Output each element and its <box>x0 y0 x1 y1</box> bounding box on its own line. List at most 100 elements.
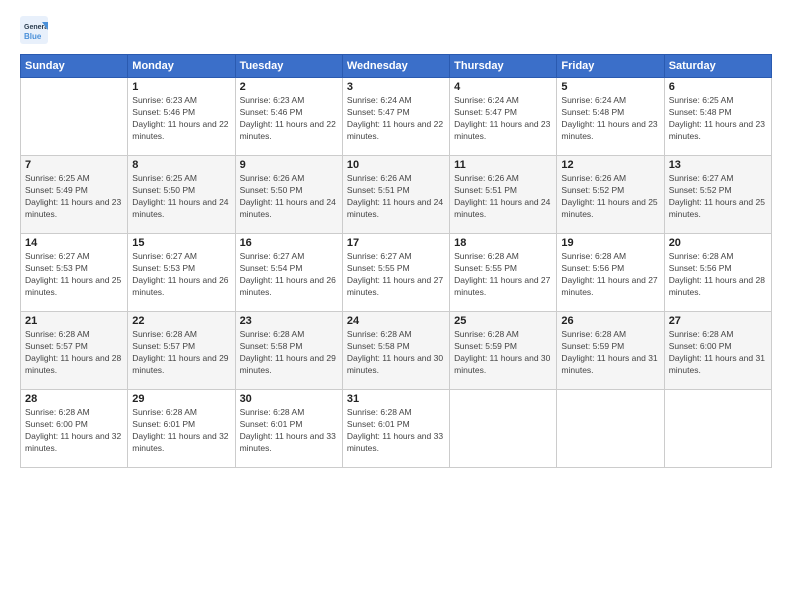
day-number: 25 <box>454 315 552 327</box>
calendar-cell: 20 Sunrise: 6:28 AMSunset: 5:56 PMDayligh… <box>664 234 771 312</box>
calendar-cell: 31 Sunrise: 6:28 AMSunset: 6:01 PMDayligh… <box>342 390 449 468</box>
calendar-cell: 11 Sunrise: 6:26 AMSunset: 5:51 PMDayligh… <box>450 156 557 234</box>
calendar-cell: 7 Sunrise: 6:25 AMSunset: 5:49 PMDaylight… <box>21 156 128 234</box>
calendar-header: Sunday Monday Tuesday Wednesday Thursday… <box>21 55 772 78</box>
col-tuesday: Tuesday <box>235 55 342 78</box>
day-number: 23 <box>240 315 338 327</box>
day-number: 24 <box>347 315 445 327</box>
day-number: 2 <box>240 81 338 93</box>
day-info: Sunrise: 6:28 AMSunset: 5:57 PMDaylight:… <box>25 329 123 377</box>
calendar-cell: 10 Sunrise: 6:26 AMSunset: 5:51 PMDayligh… <box>342 156 449 234</box>
calendar-cell: 22Sunrise: 6:28 AMSunset: 5:57 PMDayligh… <box>128 312 235 390</box>
calendar-cell: 24Sunrise: 6:28 AMSunset: 5:58 PMDayligh… <box>342 312 449 390</box>
svg-text:Blue: Blue <box>24 32 42 41</box>
day-number: 31 <box>347 393 445 405</box>
logo-icon: General Blue <box>20 16 48 44</box>
day-number: 30 <box>240 393 338 405</box>
calendar-cell: 1 Sunrise: 6:23 AMSunset: 5:46 PMDaylight… <box>128 78 235 156</box>
day-info: Sunrise: 6:26 AMSunset: 5:52 PMDaylight:… <box>561 173 659 221</box>
calendar-cell: 30 Sunrise: 6:28 AMSunset: 6:01 PMDayligh… <box>235 390 342 468</box>
day-number: 10 <box>347 159 445 171</box>
col-wednesday: Wednesday <box>342 55 449 78</box>
calendar-cell: 21 Sunrise: 6:28 AMSunset: 5:57 PMDayligh… <box>21 312 128 390</box>
calendar-cell: 13 Sunrise: 6:27 AMSunset: 5:52 PMDayligh… <box>664 156 771 234</box>
day-info: Sunrise: 6:25 AMSunset: 5:49 PMDaylight:… <box>25 173 123 221</box>
day-info: Sunrise: 6:24 AMSunset: 5:47 PMDaylight:… <box>347 95 445 143</box>
day-info: Sunrise: 6:28 AMSunset: 6:01 PMDaylight:… <box>132 407 230 455</box>
calendar-cell <box>450 390 557 468</box>
day-info: Sunrise: 6:27 AMSunset: 5:53 PMDaylight:… <box>132 251 230 299</box>
calendar-cell <box>557 390 664 468</box>
col-saturday: Saturday <box>664 55 771 78</box>
day-info: Sunrise: 6:28 AMSunset: 6:01 PMDaylight:… <box>240 407 338 455</box>
day-info: Sunrise: 6:23 AMSunset: 5:46 PMDaylight:… <box>132 95 230 143</box>
day-number: 11 <box>454 159 552 171</box>
calendar-cell: 6 Sunrise: 6:25 AMSunset: 5:48 PMDaylight… <box>664 78 771 156</box>
calendar-cell: 17Sunrise: 6:27 AMSunset: 5:55 PMDayligh… <box>342 234 449 312</box>
day-number: 17 <box>347 237 445 249</box>
day-info: Sunrise: 6:28 AMSunset: 5:57 PMDaylight:… <box>132 329 230 377</box>
day-info: Sunrise: 6:28 AMSunset: 6:01 PMDaylight:… <box>347 407 445 455</box>
week-row: 1 Sunrise: 6:23 AMSunset: 5:46 PMDaylight… <box>21 78 772 156</box>
day-info: Sunrise: 6:28 AMSunset: 5:56 PMDaylight:… <box>669 251 767 299</box>
day-number: 3 <box>347 81 445 93</box>
day-number: 20 <box>669 237 767 249</box>
calendar-cell <box>21 78 128 156</box>
calendar-cell <box>664 390 771 468</box>
day-number: 18 <box>454 237 552 249</box>
day-number: 6 <box>669 81 767 93</box>
calendar-cell: 19Sunrise: 6:28 AMSunset: 5:56 PMDayligh… <box>557 234 664 312</box>
calendar-body: 1 Sunrise: 6:23 AMSunset: 5:46 PMDaylight… <box>21 78 772 468</box>
page: General Blue Sunday Monday Tuesday Wedne… <box>0 0 792 612</box>
week-row: 14 Sunrise: 6:27 AMSunset: 5:53 PMDayligh… <box>21 234 772 312</box>
calendar-cell: 14 Sunrise: 6:27 AMSunset: 5:53 PMDayligh… <box>21 234 128 312</box>
day-info: Sunrise: 6:28 AMSunset: 5:59 PMDaylight:… <box>561 329 659 377</box>
calendar-cell: 23 Sunrise: 6:28 AMSunset: 5:58 PMDayligh… <box>235 312 342 390</box>
day-info: Sunrise: 6:24 AMSunset: 5:48 PMDaylight:… <box>561 95 659 143</box>
logo: General Blue <box>20 16 48 44</box>
day-info: Sunrise: 6:27 AMSunset: 5:54 PMDaylight:… <box>240 251 338 299</box>
day-info: Sunrise: 6:26 AMSunset: 5:51 PMDaylight:… <box>454 173 552 221</box>
calendar-cell: 25 Sunrise: 6:28 AMSunset: 5:59 PMDayligh… <box>450 312 557 390</box>
day-info: Sunrise: 6:28 AMSunset: 5:59 PMDaylight:… <box>454 329 552 377</box>
day-number: 4 <box>454 81 552 93</box>
calendar-cell: 2 Sunrise: 6:23 AMSunset: 5:46 PMDaylight… <box>235 78 342 156</box>
calendar-cell: 9 Sunrise: 6:26 AMSunset: 5:50 PMDaylight… <box>235 156 342 234</box>
col-friday: Friday <box>557 55 664 78</box>
calendar-cell: 4Sunrise: 6:24 AMSunset: 5:47 PMDaylight… <box>450 78 557 156</box>
col-thursday: Thursday <box>450 55 557 78</box>
calendar-cell: 3 Sunrise: 6:24 AMSunset: 5:47 PMDaylight… <box>342 78 449 156</box>
calendar-cell: 5Sunrise: 6:24 AMSunset: 5:48 PMDaylight… <box>557 78 664 156</box>
day-number: 21 <box>25 315 123 327</box>
calendar-cell: 29 Sunrise: 6:28 AMSunset: 6:01 PMDayligh… <box>128 390 235 468</box>
day-info: Sunrise: 6:28 AMSunset: 5:58 PMDaylight:… <box>240 329 338 377</box>
day-number: 14 <box>25 237 123 249</box>
day-number: 19 <box>561 237 659 249</box>
day-number: 29 <box>132 393 230 405</box>
day-number: 9 <box>240 159 338 171</box>
day-info: Sunrise: 6:26 AMSunset: 5:50 PMDaylight:… <box>240 173 338 221</box>
calendar-table: Sunday Monday Tuesday Wednesday Thursday… <box>20 54 772 468</box>
day-info: Sunrise: 6:28 AMSunset: 6:00 PMDaylight:… <box>25 407 123 455</box>
day-number: 28 <box>25 393 123 405</box>
header-row: Sunday Monday Tuesday Wednesday Thursday… <box>21 55 772 78</box>
day-info: Sunrise: 6:26 AMSunset: 5:51 PMDaylight:… <box>347 173 445 221</box>
calendar-cell: 18 Sunrise: 6:28 AMSunset: 5:55 PMDayligh… <box>450 234 557 312</box>
day-info: Sunrise: 6:23 AMSunset: 5:46 PMDaylight:… <box>240 95 338 143</box>
calendar-cell: 28 Sunrise: 6:28 AMSunset: 6:00 PMDayligh… <box>21 390 128 468</box>
week-row: 7 Sunrise: 6:25 AMSunset: 5:49 PMDaylight… <box>21 156 772 234</box>
day-number: 1 <box>132 81 230 93</box>
day-number: 13 <box>669 159 767 171</box>
calendar-cell: 15 Sunrise: 6:27 AMSunset: 5:53 PMDayligh… <box>128 234 235 312</box>
day-number: 8 <box>132 159 230 171</box>
day-info: Sunrise: 6:27 AMSunset: 5:52 PMDaylight:… <box>669 173 767 221</box>
day-number: 12 <box>561 159 659 171</box>
day-info: Sunrise: 6:27 AMSunset: 5:53 PMDaylight:… <box>25 251 123 299</box>
day-number: 26 <box>561 315 659 327</box>
day-info: Sunrise: 6:28 AMSunset: 5:55 PMDaylight:… <box>454 251 552 299</box>
day-info: Sunrise: 6:25 AMSunset: 5:50 PMDaylight:… <box>132 173 230 221</box>
col-sunday: Sunday <box>21 55 128 78</box>
day-number: 7 <box>25 159 123 171</box>
day-number: 15 <box>132 237 230 249</box>
day-info: Sunrise: 6:25 AMSunset: 5:48 PMDaylight:… <box>669 95 767 143</box>
